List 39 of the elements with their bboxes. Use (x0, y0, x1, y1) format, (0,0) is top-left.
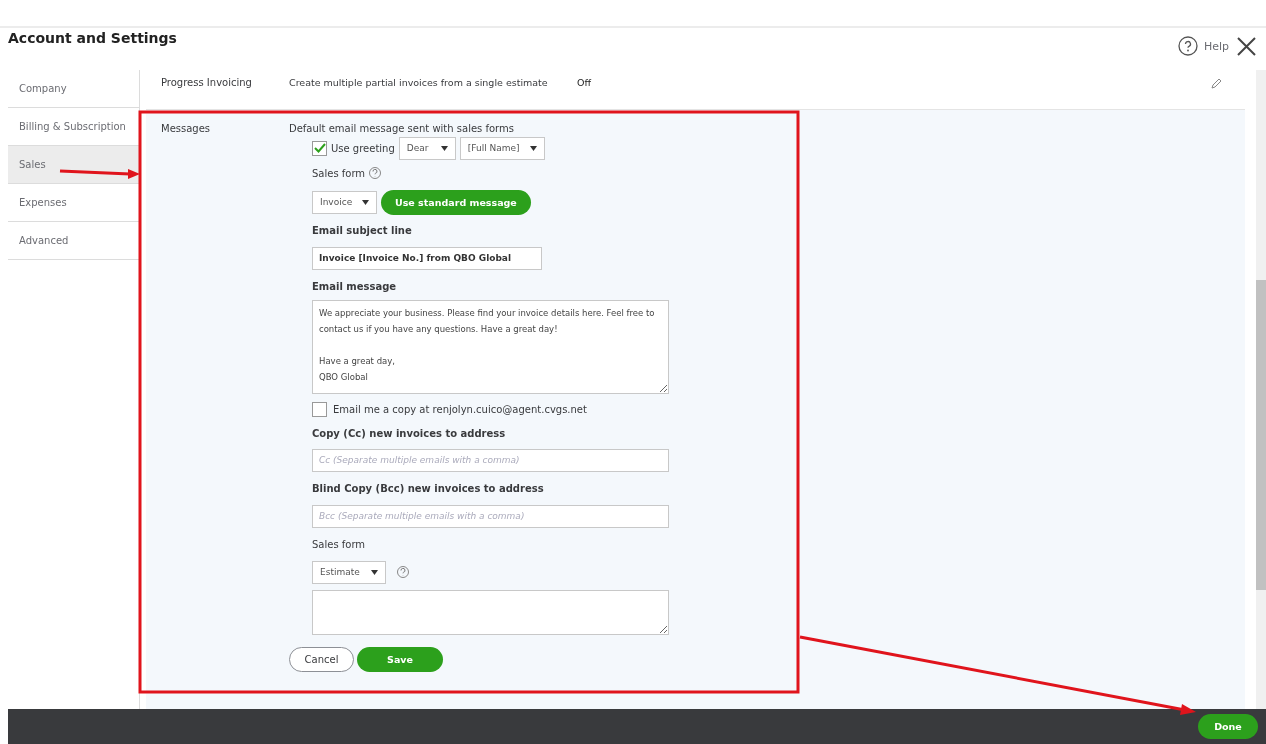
setting-label: Progress Invoicing (160, 77, 253, 88)
field-label: Email message (312, 280, 397, 292)
cancel-button[interactable]: Cancel (289, 647, 354, 672)
checkbox[interactable] (312, 140, 327, 156)
save-button[interactable]: Save (357, 647, 443, 672)
setting-description: Create multiple partial invoices from a single estimate (289, 77, 549, 88)
cc-field[interactable]: Cc (Separate multiple emails with a comma) (312, 448, 669, 472)
bcc-field[interactable]: Bcc (Separate multiple emails with a comma) (312, 504, 669, 528)
name-select[interactable]: [Full Name] (459, 136, 545, 160)
sales-form-select[interactable]: Invoice (312, 190, 377, 214)
pencil-icon[interactable] (1210, 77, 1223, 90)
field-label: Copy (Cc) new invoices to address (312, 427, 506, 439)
caret-icon (440, 145, 448, 151)
greeting-select[interactable]: Dear (398, 136, 456, 160)
checkbox-label: Email me a copy at renjolyn.cuico@agent.cvgs.net (333, 403, 587, 415)
checkbox-label: Use greeting (331, 142, 395, 154)
help-icon (1177, 36, 1198, 56)
help-link[interactable]: Help (1177, 36, 1229, 56)
field-label: Blind Copy (Bcc) new invoices to address (312, 482, 544, 494)
checkbox[interactable] (312, 401, 327, 417)
sidebar-item[interactable]: Sales (8, 146, 139, 184)
field-label: Email subject line (312, 224, 412, 236)
close-icon[interactable] (1237, 36, 1256, 56)
caret-icon (371, 569, 378, 575)
message-field[interactable]: We appreciate your business. Please find your invoice details here. Feel free to contact us if you have any questions. Have a great day! Have a great day, QBO Global (312, 300, 669, 394)
setting-description: Default email message sent with sales forms (289, 123, 515, 134)
use-standard-message-button[interactable]: Use standard message (381, 189, 531, 215)
field-label: Sales form (312, 538, 366, 550)
field-label: Sales form (312, 167, 366, 179)
caret-icon (529, 145, 537, 151)
setting-value: Off (577, 77, 593, 88)
page-title: Account and Settings (8, 30, 177, 46)
done-button[interactable]: Done (1198, 714, 1258, 739)
message-field[interactable] (312, 590, 669, 635)
scrollbar[interactable] (1256, 70, 1266, 709)
caret-icon (362, 199, 369, 205)
sales-form-select[interactable]: Estimate (312, 560, 386, 584)
subject-field[interactable]: Invoice [Invoice No.] from QBO Global (312, 246, 542, 270)
setting-label: Messages (160, 123, 212, 136)
